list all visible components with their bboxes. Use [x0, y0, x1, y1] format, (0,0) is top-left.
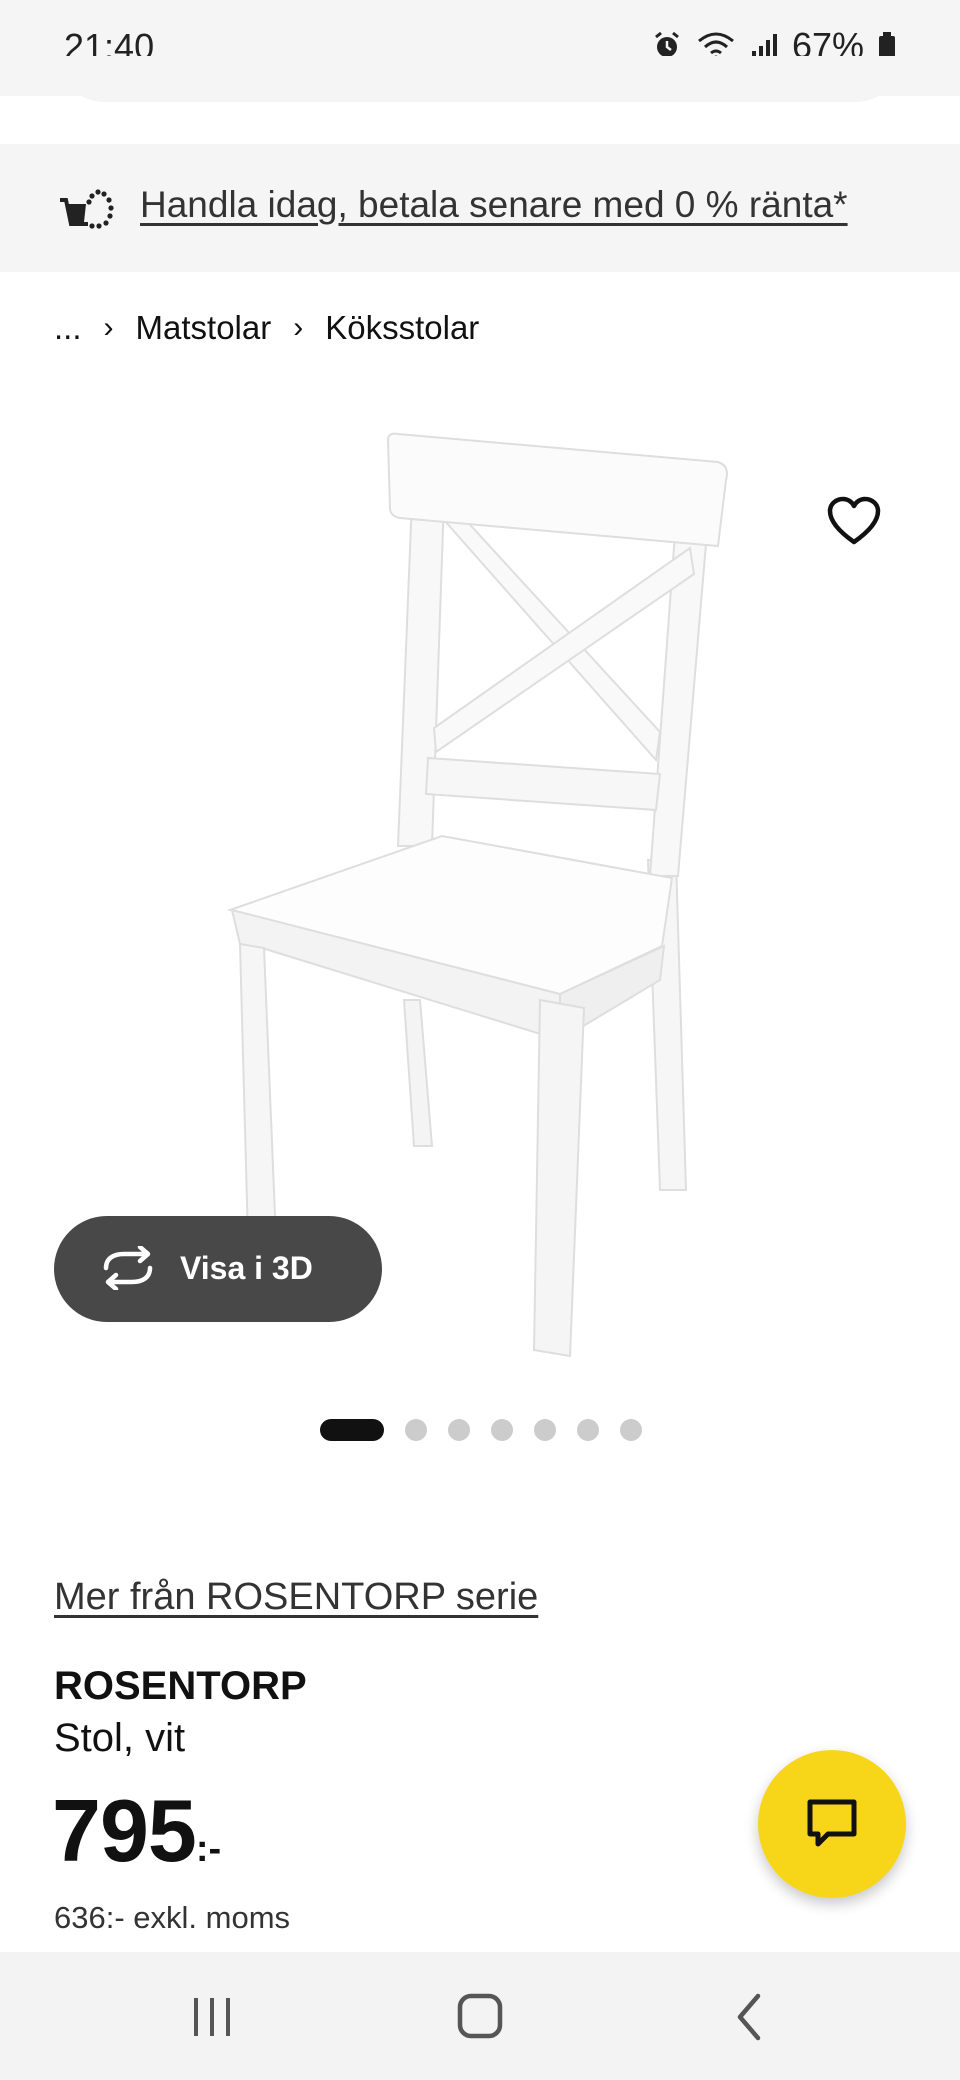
promo-banner[interactable]: Handla idag, betala senare med 0 % ränta… — [0, 144, 960, 272]
back-icon[interactable] — [720, 1992, 780, 2042]
product-description: Stol, vit — [54, 1716, 186, 1760]
search-bar-bottom-edge — [58, 56, 902, 102]
system-nav-bar — [0, 1952, 960, 2080]
chevron-right-icon: › — [103, 311, 114, 344]
carousel-dot[interactable] — [577, 1419, 599, 1441]
price-suffix: :- — [195, 1828, 222, 1870]
product-name: ROSENTORP — [54, 1664, 307, 1708]
carousel-dot[interactable] — [448, 1419, 470, 1441]
product-price: 795 :- — [52, 1780, 221, 1882]
rotate-icon — [103, 1246, 153, 1290]
heart-icon[interactable] — [826, 496, 882, 548]
breadcrumb-item-matstolar[interactable]: Matstolar — [136, 309, 272, 347]
breadcrumb: ... › Matstolar › Köksstolar — [54, 308, 479, 348]
chat-button[interactable] — [758, 1750, 906, 1898]
chevron-right-icon: › — [293, 311, 304, 344]
cart-icon — [60, 189, 114, 229]
view-3d-button[interactable]: Visa i 3D — [54, 1216, 382, 1322]
promo-link[interactable]: Handla idag, betala senare med 0 % ränta… — [140, 184, 848, 226]
carousel-dot[interactable] — [534, 1419, 556, 1441]
breadcrumb-item-koksstolar[interactable]: Köksstolar — [325, 309, 479, 347]
breadcrumb-ellipsis[interactable]: ... — [54, 309, 82, 347]
series-link[interactable]: Mer från ROSENTORP serie — [54, 1576, 538, 1619]
chat-icon — [807, 1799, 857, 1847]
price-excl-vat: 636:- exkl. moms — [54, 1900, 291, 1935]
home-icon[interactable] — [450, 1992, 510, 2042]
price-amount: 795 — [52, 1781, 197, 1880]
carousel-dot[interactable] — [405, 1419, 427, 1441]
carousel-dot[interactable] — [491, 1419, 513, 1441]
recent-apps-icon[interactable] — [182, 1992, 242, 2042]
carousel-dot[interactable] — [620, 1419, 642, 1441]
view-3d-label: Visa i 3D — [180, 1250, 313, 1286]
carousel-dot-active[interactable] — [320, 1419, 384, 1441]
carousel-indicator — [320, 1418, 642, 1442]
